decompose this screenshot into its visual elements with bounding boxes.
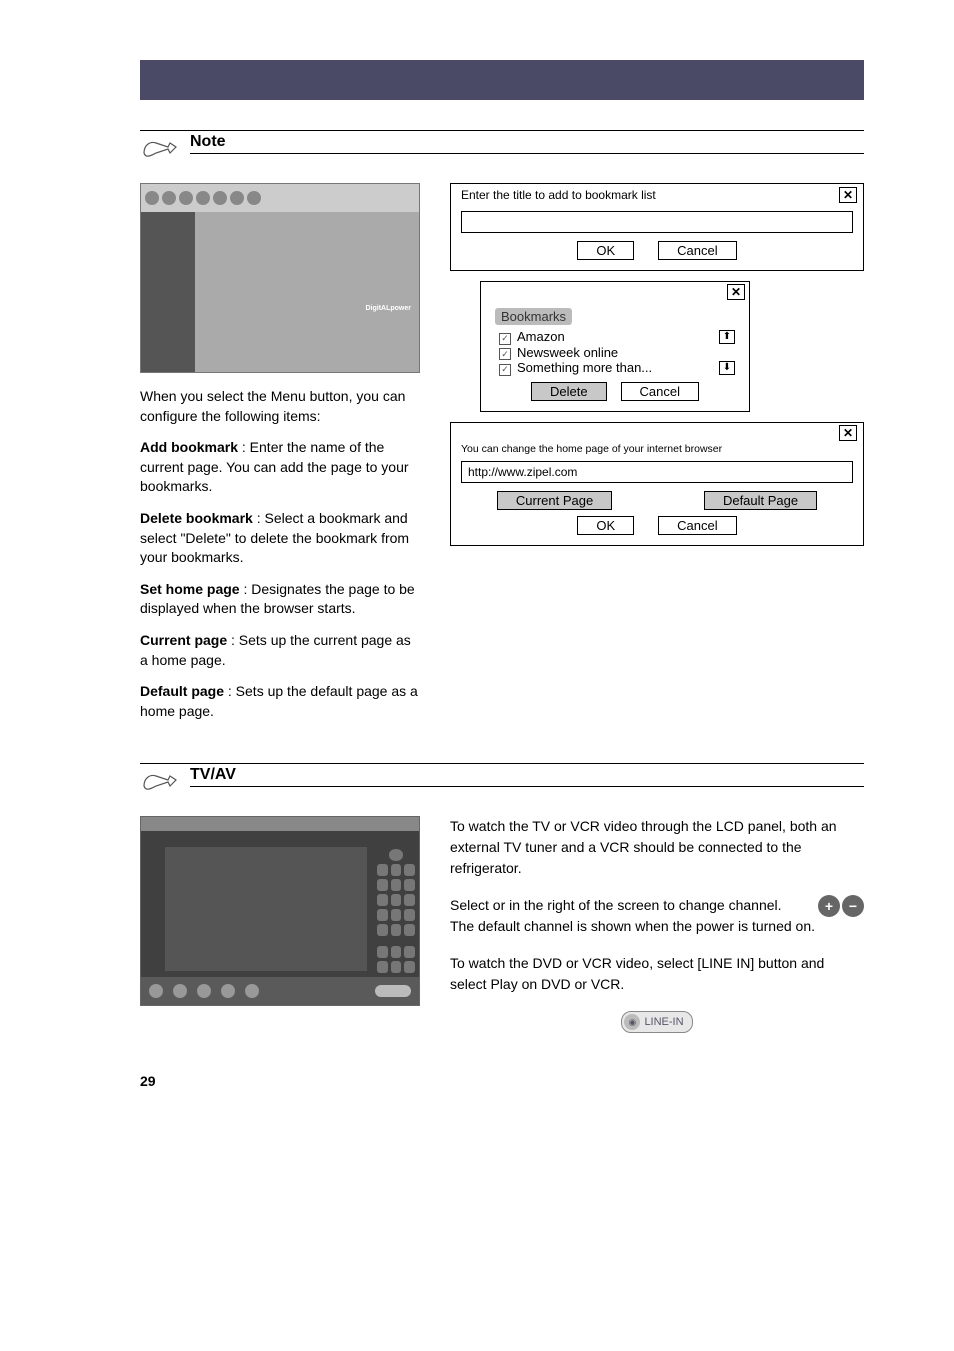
tv-side-icon — [377, 924, 388, 936]
tv-bottom-button — [149, 984, 163, 998]
tv-side-icon — [391, 864, 402, 876]
tv-side-icon — [377, 909, 388, 921]
plus-icon[interactable]: + — [818, 895, 840, 917]
tv-side-panel — [373, 831, 419, 977]
tvav-p1: To watch the TV or VCR video through the… — [450, 816, 864, 879]
jack-icon: ◉ — [624, 1014, 640, 1030]
homepage-dialog: ✕ You can change the home page of your i… — [450, 422, 864, 546]
current-page-button[interactable]: Current Page — [497, 491, 612, 510]
tvav-title: TV/AV — [190, 766, 236, 783]
default-page-label: Default page — [140, 683, 224, 699]
add-bookmark-label: Add bookmark — [140, 439, 238, 455]
tv-side-icon — [404, 864, 415, 876]
close-icon[interactable]: ✕ — [727, 284, 745, 300]
close-icon[interactable]: ✕ — [839, 187, 857, 203]
tv-side-icon — [404, 924, 415, 936]
minus-icon[interactable]: − — [842, 895, 864, 917]
tv-bottom-button — [221, 984, 235, 998]
tv-side-icon — [404, 946, 415, 958]
tv-side-icon — [377, 864, 388, 876]
tv-side-icon — [377, 946, 388, 958]
tv-side-icon — [391, 946, 402, 958]
bookmark-title-input[interactable] — [461, 211, 853, 233]
toolbar-button — [196, 191, 210, 205]
tv-side-icon — [389, 849, 403, 860]
tvav-p2a: Select or in the right of the screen to … — [450, 897, 782, 913]
tvav-p3a: To watch the DVD or VCR video, select [L… — [450, 955, 801, 971]
tv-bottom-button — [173, 984, 187, 998]
add-bookmark-dialog-label: Enter the title to add to bookmark list — [461, 188, 656, 202]
toolbar-button — [162, 191, 176, 205]
section-header-bar — [140, 60, 864, 100]
cancel-button[interactable]: Cancel — [658, 241, 736, 260]
tv-bottom-bar — [141, 977, 419, 1005]
tv-side-icon — [391, 894, 402, 906]
tvav-content-row: To watch the TV or VCR video through the… — [140, 816, 864, 1033]
tv-side-icon — [377, 961, 388, 973]
tv-side-icon — [391, 924, 402, 936]
tv-titlebar — [141, 817, 419, 831]
checkbox-icon[interactable]: ✓ — [499, 364, 511, 376]
tv-bottom-button — [197, 984, 211, 998]
toolbar-button — [213, 191, 227, 205]
tv-side-icon — [404, 879, 415, 891]
instructions-left: When you select the Menu button, you can… — [140, 387, 420, 721]
bookmarks-panel: ✕ Bookmarks ✓ Amazon ⬆ ✓ Newsweek online ✓… — [480, 281, 750, 412]
ok-button[interactable]: OK — [577, 241, 634, 260]
tvav-heading-row: TV/AV — [140, 763, 864, 798]
page-number: 29 — [140, 1073, 156, 1089]
close-icon[interactable]: ✕ — [839, 425, 857, 441]
ok-button[interactable]: OK — [577, 516, 634, 535]
tv-side-icon — [404, 961, 415, 973]
tv-side-icon — [377, 879, 388, 891]
tvav-p2b: The default channel is shown when the po… — [450, 918, 815, 934]
bookmark-item: Amazon — [517, 329, 565, 344]
toolbar-button — [179, 191, 193, 205]
homepage-url-input[interactable]: http://www.zipel.com — [461, 461, 853, 483]
tv-screenshot — [140, 816, 420, 1006]
toolbar-button — [230, 191, 244, 205]
tv-side-icon — [404, 894, 415, 906]
delete-button[interactable]: Delete — [531, 382, 607, 401]
tv-side-icon — [404, 909, 415, 921]
note-content-row: DigitALpower When you select the Menu bu… — [140, 183, 864, 733]
checkbox-icon[interactable]: ✓ — [499, 348, 511, 360]
arrow-down-icon[interactable]: ⬇ — [719, 361, 735, 375]
tv-bottom-button — [245, 984, 259, 998]
browser-content: DigitALpower — [195, 212, 419, 372]
browser-screenshot: DigitALpower — [140, 183, 420, 373]
tv-side-icon — [377, 894, 388, 906]
toolbar-button — [145, 191, 159, 205]
note-title: Note — [190, 133, 226, 150]
default-page-button[interactable]: Default Page — [704, 491, 817, 510]
line-in-label: LINE-IN — [644, 1016, 683, 1028]
tvav-text: To watch the TV or VCR video through the… — [450, 816, 864, 1033]
pointing-hand-icon — [140, 133, 178, 165]
intro-text: When you select the Menu button, you can… — [140, 387, 420, 426]
tv-side-icon — [391, 909, 402, 921]
note-heading-row: Note — [140, 130, 864, 165]
bookmarks-title: Bookmarks — [495, 308, 572, 325]
delete-bookmark-label: Delete bookmark — [140, 510, 253, 526]
channel-buttons-inline: + − — [818, 895, 864, 917]
cancel-button[interactable]: Cancel — [658, 516, 736, 535]
checkbox-icon[interactable]: ✓ — [499, 333, 511, 345]
bookmark-item: Newsweek online — [517, 345, 618, 360]
bookmark-item: Something more than... — [517, 360, 652, 375]
tv-bottom-pill — [375, 985, 411, 997]
add-bookmark-dialog: Enter the title to add to bookmark list … — [450, 183, 864, 271]
homepage-msg: You can change the home page of your int… — [461, 441, 853, 461]
toolbar-button — [247, 191, 261, 205]
cancel-button[interactable]: Cancel — [621, 382, 699, 401]
digitall-label: DigitALpower — [366, 305, 412, 312]
current-page-label: Current page — [140, 632, 227, 648]
tv-side-icon — [391, 879, 402, 891]
browser-sidebar — [141, 212, 195, 372]
pointing-hand-icon — [140, 766, 178, 798]
tv-video-area — [165, 847, 367, 971]
arrow-up-icon[interactable]: ⬆ — [719, 330, 735, 344]
set-homepage-label: Set home page — [140, 581, 240, 597]
tv-side-icon — [391, 961, 402, 973]
line-in-button[interactable]: ◉ LINE-IN — [621, 1011, 692, 1033]
